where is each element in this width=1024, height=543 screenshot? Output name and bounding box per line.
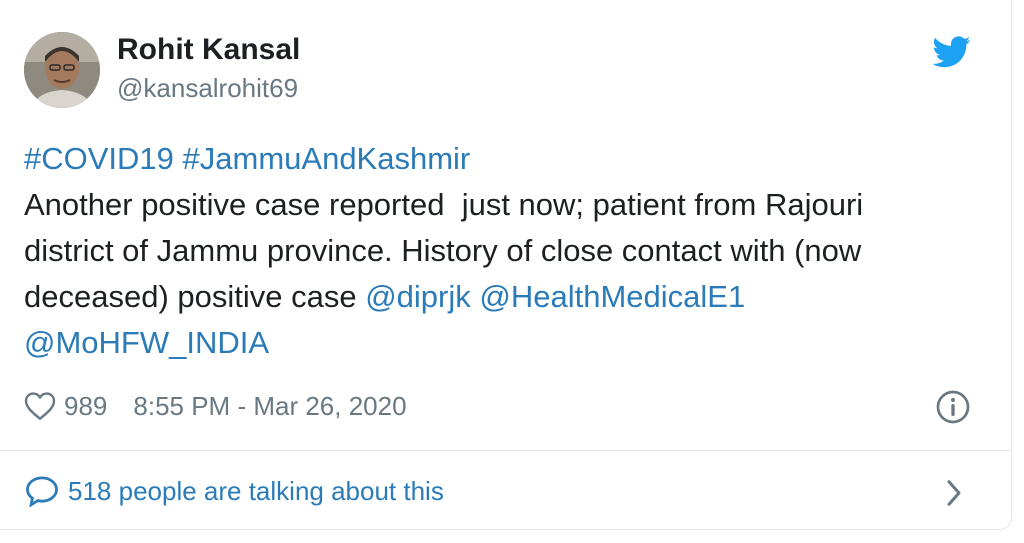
hashtag-jammuandkashmir[interactable]: #JammuAndKashmir bbox=[183, 141, 471, 176]
person-photo-icon bbox=[24, 32, 100, 108]
conversation-link[interactable]: 518 people are talking about this bbox=[24, 470, 444, 512]
divider bbox=[0, 450, 1012, 451]
tweet-line: Another positive case reported just now;… bbox=[24, 187, 864, 222]
tweet-meta: 989 8:55 PM - Mar 26, 2020 bbox=[24, 386, 407, 426]
heart-icon[interactable] bbox=[24, 391, 56, 421]
chevron-right-icon[interactable] bbox=[942, 478, 966, 508]
author-avatar[interactable] bbox=[24, 32, 100, 108]
author-handle[interactable]: @kansalrohit69 bbox=[117, 72, 298, 104]
info-icon[interactable] bbox=[935, 389, 971, 425]
mention-mohfw-india[interactable]: @MoHFW_INDIA bbox=[24, 325, 269, 360]
tweet-line-text: deceased) positive case bbox=[24, 279, 366, 314]
like-count[interactable]: 989 bbox=[64, 391, 107, 422]
tweet-hashtag-line: #COVID19 #JammuAndKashmir bbox=[24, 136, 984, 182]
twitter-bird-icon[interactable] bbox=[933, 36, 971, 68]
tweet-line: deceased) positive case @diprjk @HealthM… bbox=[24, 274, 984, 320]
tweet-text: #COVID19 #JammuAndKashmir Another positi… bbox=[24, 136, 984, 366]
tweet-timestamp[interactable]: 8:55 PM - Mar 26, 2020 bbox=[133, 391, 406, 422]
mention-healthmedicale1[interactable]: @HealthMedicalE1 bbox=[479, 279, 745, 314]
tweet-card[interactable]: Rohit Kansal @kansalrohit69 #COVID19 #Ja… bbox=[0, 0, 1012, 530]
tweet-line: district of Jammu province. History of c… bbox=[24, 233, 862, 268]
author-name[interactable]: Rohit Kansal bbox=[117, 32, 300, 68]
hashtag-covid19[interactable]: #COVID19 bbox=[24, 141, 174, 176]
speech-bubble-icon bbox=[26, 476, 58, 507]
mention-diprjk[interactable]: @diprjk bbox=[365, 279, 471, 314]
conversation-label[interactable]: 518 people are talking about this bbox=[68, 476, 444, 507]
tweet-line: @MoHFW_INDIA bbox=[24, 320, 984, 366]
